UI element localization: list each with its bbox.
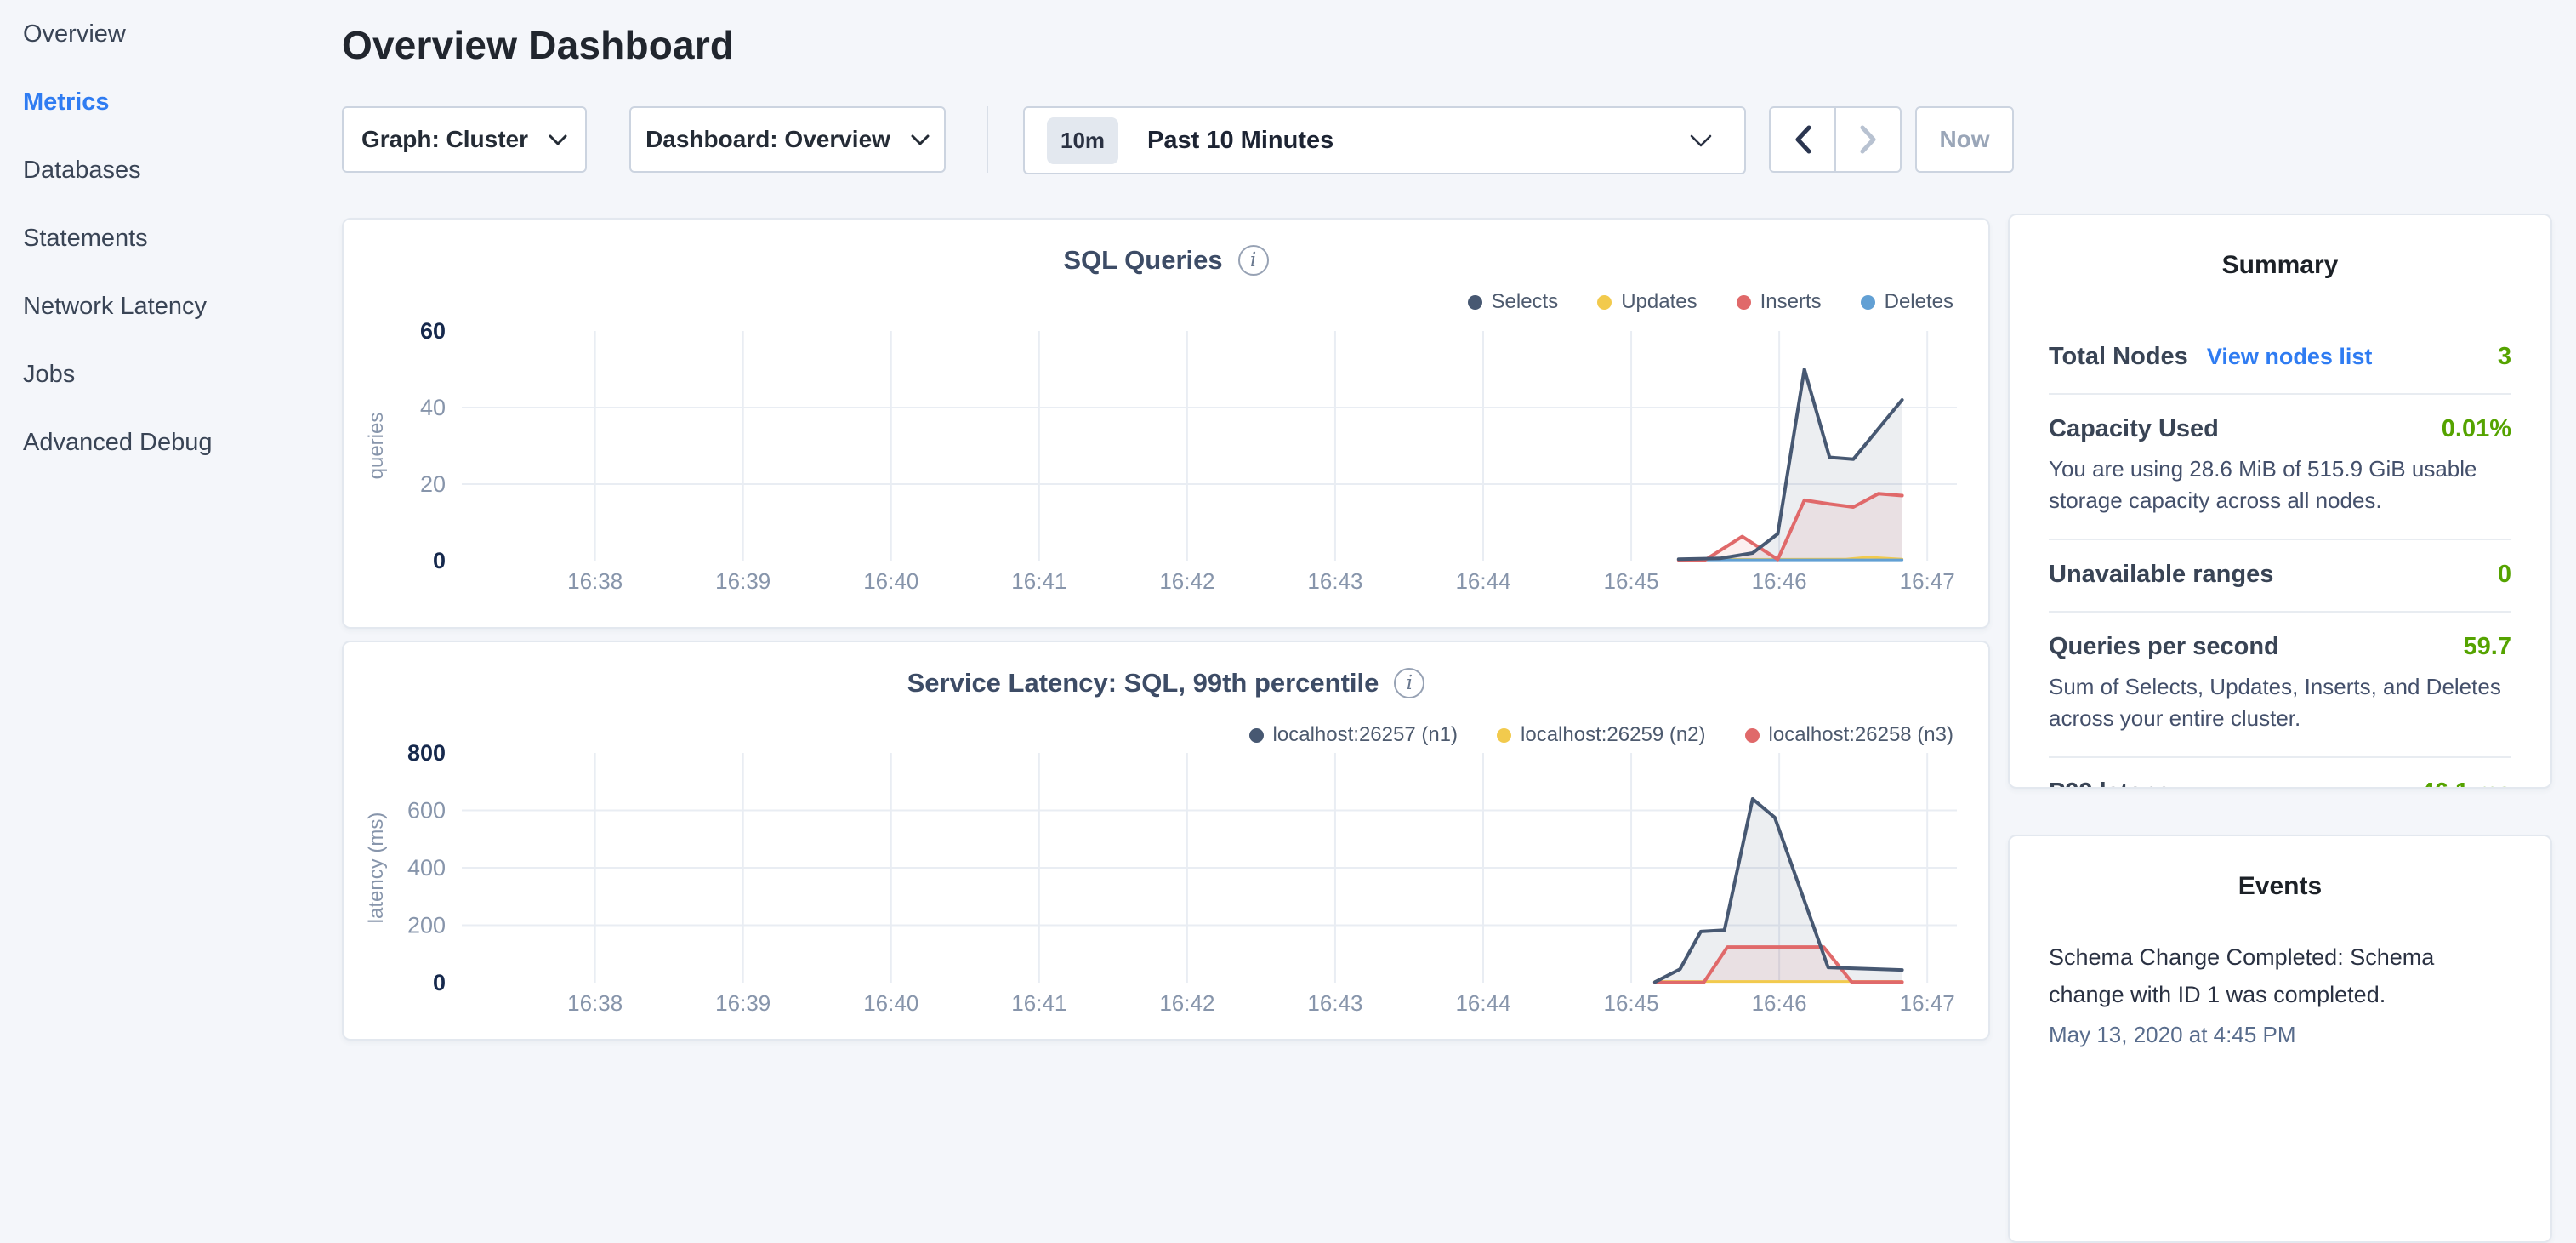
event-text: Schema Change Completed: Schema change w… [2049, 938, 2511, 1013]
chart-plot: 16:38 16:39 16:40 16:41 16:42 16:43 16:44 16:45… [344, 220, 1992, 630]
service-latency-chart-card: Service Latency: SQL, 99th percentile i … [342, 641, 1990, 1041]
svg-text:16:45: 16:45 [1604, 990, 1659, 1016]
dashboard-dropdown[interactable]: Dashboard: Overview [629, 106, 946, 173]
summary-value: 0 [2498, 561, 2511, 589]
summary-label: Capacity Used [2049, 415, 2219, 443]
summary-value: 3 [2498, 343, 2511, 371]
svg-text:queries: queries [365, 413, 388, 480]
sql-queries-chart-card: SQL Queries i SelectsUpdatesInsertsDelet… [342, 218, 1990, 629]
svg-text:40: 40 [420, 395, 446, 420]
event-item[interactable]: Schema Change Completed: Schema change w… [2049, 938, 2511, 1048]
svg-text:16:38: 16:38 [567, 990, 623, 1016]
svg-text:16:42: 16:42 [1159, 568, 1214, 594]
events-list: Schema Change Completed: Schema change w… [2010, 938, 2550, 1048]
summary-value: 46.1 ms [2421, 778, 2511, 789]
svg-text:16:42: 16:42 [1159, 990, 1214, 1016]
svg-text:16:38: 16:38 [567, 568, 623, 594]
graph-dropdown-label: Graph: Cluster [361, 126, 528, 153]
sidebar-item-statements[interactable]: Statements [23, 223, 342, 254]
page-title: Overview Dashboard [342, 22, 734, 68]
events-panel: Events Schema Change Completed: Schema c… [2008, 835, 2552, 1243]
summary-subtext: You are using 28.6 MiB of 515.9 GiB usab… [2049, 453, 2511, 516]
summary-row: Unavailable ranges 0 [2049, 540, 2511, 613]
graph-dropdown[interactable]: Graph: Cluster [342, 106, 587, 173]
summary-row: P99 latency 46.1 ms [2049, 758, 2511, 789]
svg-text:60: 60 [420, 318, 446, 344]
summary-title: Summary [2010, 251, 2550, 280]
summary-subtext: Sum of Selects, Updates, Inserts, and De… [2049, 671, 2511, 734]
svg-text:0: 0 [433, 548, 446, 573]
summary-row: Capacity Used 0.01% You are using 28.6 MiB… [2049, 395, 2511, 540]
svg-text:16:43: 16:43 [1307, 990, 1362, 1016]
svg-text:0: 0 [433, 970, 446, 995]
time-range-label: Past 10 Minutes [1147, 127, 1333, 155]
summary-value: 59.7 [2464, 633, 2511, 661]
svg-text:16:45: 16:45 [1604, 568, 1659, 594]
svg-text:16:46: 16:46 [1752, 990, 1807, 1016]
svg-text:16:39: 16:39 [715, 990, 771, 1016]
svg-text:16:47: 16:47 [1900, 568, 1955, 594]
sidebar-nav: Overview Metrics Databases Statements Networ… [0, 0, 342, 1052]
chevron-right-icon [1859, 125, 1878, 154]
svg-text:400: 400 [407, 855, 446, 881]
summary-label: P99 latency [2049, 778, 2185, 789]
svg-text:16:47: 16:47 [1900, 990, 1955, 1016]
summary-label: Unavailable ranges [2049, 561, 2273, 589]
sidebar-item-overview[interactable]: Overview [23, 19, 342, 49]
summary-panel: Summary Total Nodes View nodes list 3 Capac… [2008, 214, 2552, 789]
chevron-down-icon [1690, 134, 1712, 147]
prev-time-button[interactable] [1771, 108, 1836, 171]
view-nodes-list-link[interactable]: View nodes list [2207, 344, 2373, 370]
chevron-down-icon [549, 134, 567, 145]
svg-text:16:46: 16:46 [1752, 568, 1807, 594]
next-time-button[interactable] [1836, 108, 1900, 171]
summary-value: 0.01% [2442, 415, 2511, 443]
controls-divider [987, 106, 988, 173]
summary-label: Queries per second [2049, 633, 2279, 661]
svg-text:16:40: 16:40 [863, 990, 918, 1016]
chevron-left-icon [1794, 125, 1812, 154]
sidebar-item-advanced-debug[interactable]: Advanced Debug [23, 427, 342, 458]
summary-label: Total Nodes [2049, 343, 2188, 371]
time-pager [1769, 106, 1902, 173]
chart-plot: 16:38 16:39 16:40 16:41 16:42 16:43 16:44 16:45… [344, 642, 1992, 1042]
svg-text:16:39: 16:39 [715, 568, 771, 594]
sidebar-item-databases[interactable]: Databases [23, 155, 342, 185]
dashboard-dropdown-label: Dashboard: Overview [645, 126, 890, 153]
summary-row: Total Nodes View nodes list 3 [2049, 322, 2511, 395]
svg-text:200: 200 [407, 913, 446, 938]
svg-text:latency (ms): latency (ms) [365, 813, 388, 924]
svg-text:16:43: 16:43 [1307, 568, 1362, 594]
svg-text:16:40: 16:40 [863, 568, 918, 594]
svg-text:800: 800 [407, 740, 446, 766]
svg-text:16:41: 16:41 [1011, 568, 1066, 594]
svg-text:16:41: 16:41 [1011, 990, 1066, 1016]
sidebar-item-jobs[interactable]: Jobs [23, 359, 342, 390]
svg-text:600: 600 [407, 798, 446, 824]
svg-text:16:44: 16:44 [1455, 990, 1510, 1016]
now-button[interactable]: Now [1915, 106, 2014, 173]
events-title: Events [2010, 872, 2550, 901]
sidebar-item-metrics[interactable]: Metrics [23, 87, 342, 117]
svg-text:20: 20 [420, 471, 446, 497]
chevron-down-icon [911, 134, 930, 145]
time-range-selector[interactable]: 10m Past 10 Minutes [1023, 106, 1746, 174]
summary-row: Queries per second 59.7 Sum of Selects, Up… [2049, 613, 2511, 758]
event-timestamp: May 13, 2020 at 4:45 PM [2049, 1022, 2511, 1048]
sidebar-item-network-latency[interactable]: Network Latency [23, 291, 342, 322]
svg-text:16:44: 16:44 [1455, 568, 1510, 594]
controls-bar: Graph: Cluster Dashboard: Overview 10m P… [342, 106, 1990, 174]
time-range-badge: 10m [1047, 117, 1118, 164]
summary-rows: Total Nodes View nodes list 3 Capacity Used… [2049, 322, 2511, 789]
